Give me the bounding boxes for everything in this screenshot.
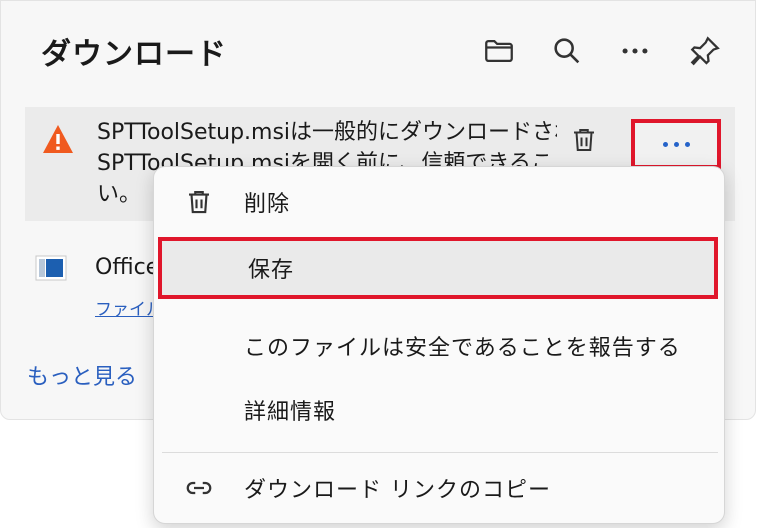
menu-item-label: ダウンロード リンクのコピー [244, 478, 551, 503]
menu-item-label: このファイルは安全であることを報告する [244, 336, 681, 361]
menu-item-copy-link[interactable]: ダウンロード リンクのコピー [154, 457, 724, 519]
link-icon [186, 481, 212, 495]
menu-item-label: 詳細情報 [244, 400, 337, 425]
folder-icon[interactable] [479, 31, 519, 71]
menu-item-label: 保存 [248, 258, 295, 283]
menu-item-report-safe[interactable]: このファイルは安全であることを報告する [154, 315, 724, 377]
more-icon [662, 141, 690, 147]
context-menu: 削除 保存 このファイルは安全であることを報告する 詳細情報 ダウンロード リン… [153, 166, 725, 524]
menu-divider [162, 452, 718, 453]
download-item-office-name[interactable]: Office [95, 255, 159, 280]
show-more-link[interactable]: もっと見る [27, 359, 137, 391]
warning-icon [43, 125, 73, 153]
search-icon[interactable] [547, 31, 587, 71]
menu-item-delete[interactable]: 削除 [154, 171, 724, 233]
warning-line-1: SPTToolSetup.msiは一般的にダウンロードされ [97, 120, 557, 145]
office-icon [35, 255, 67, 281]
menu-item-label: 削除 [244, 192, 291, 217]
trash-icon [189, 190, 209, 214]
pin-icon[interactable] [685, 31, 725, 71]
delete-button[interactable] [565, 119, 603, 161]
menu-item-save[interactable]: 保存 [158, 237, 718, 299]
trash-icon [574, 129, 594, 151]
more-actions-button[interactable] [631, 119, 721, 169]
more-options-icon[interactable] [615, 31, 655, 71]
panel-title: ダウンロード [41, 37, 227, 72]
menu-item-more-info[interactable]: 詳細情報 [154, 379, 724, 441]
